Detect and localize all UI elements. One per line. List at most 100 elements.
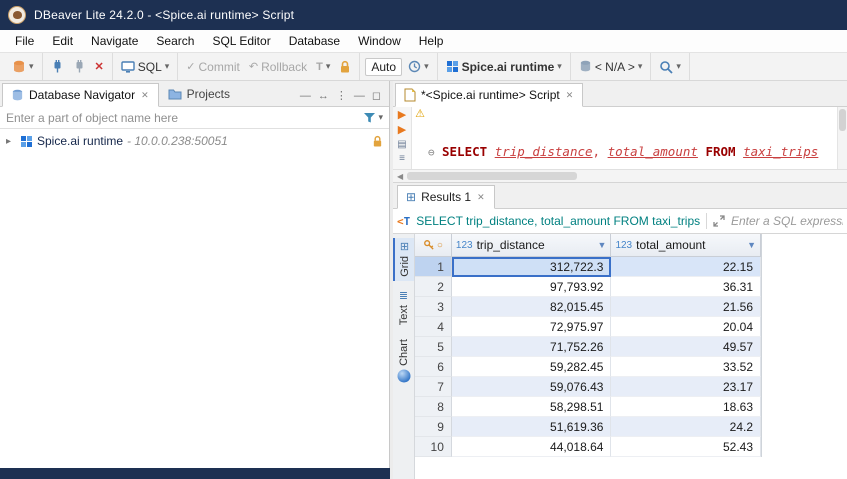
tab-results-1[interactable]: ⊞ Results 1 ✕: [397, 185, 495, 209]
editor-tab-title: *<Spice.ai runtime> Script: [421, 88, 560, 102]
cell[interactable]: 20.04: [611, 317, 761, 337]
editor-horizontal-scrollbar[interactable]: ◀: [393, 169, 847, 183]
open-sql-editor-button[interactable]: SQL ▾: [118, 58, 173, 76]
row-number[interactable]: 3: [415, 297, 452, 317]
filter-t-glyph: T: [404, 215, 411, 228]
disconnect-icon: ✕: [95, 60, 104, 73]
reconnect-button[interactable]: [70, 58, 89, 75]
row-number[interactable]: 2: [415, 277, 452, 297]
sql-expression-placeholder[interactable]: Enter a SQL expression to: [731, 214, 843, 228]
filter-lt-glyph: <: [397, 215, 404, 228]
key-icon: [423, 239, 435, 251]
search-button[interactable]: ▾: [656, 58, 684, 76]
row-number[interactable]: 1: [415, 257, 452, 277]
close-icon[interactable]: ✕: [476, 192, 486, 203]
row-number[interactable]: 10: [415, 437, 452, 457]
cell[interactable]: 82,015.45: [452, 297, 612, 317]
cell[interactable]: 23.17: [611, 377, 761, 397]
tab-sql-script[interactable]: *<Spice.ai runtime> Script ✕: [395, 83, 583, 107]
cell[interactable]: 97,793.92: [452, 277, 612, 297]
tree-item-connection[interactable]: ▸ Spice.ai runtime - 10.0.0.238:50051: [0, 131, 389, 151]
row-number[interactable]: 6: [415, 357, 452, 377]
grid-corner-cell[interactable]: ○: [415, 234, 452, 256]
toolbar-group-transaction: ✓ Commit ↶ Rollback T ▾: [178, 53, 360, 80]
menu-database[interactable]: Database: [280, 31, 349, 51]
execute-script-button[interactable]: ▶: [398, 125, 406, 136]
cell[interactable]: 52.43: [611, 437, 761, 457]
dropdown-arrow-icon: ▾: [424, 62, 429, 71]
cell[interactable]: 33.52: [611, 357, 761, 377]
menu-help[interactable]: Help: [410, 31, 453, 51]
cell[interactable]: 59,076.43: [452, 377, 612, 397]
script-log-button[interactable]: ≡: [399, 154, 405, 164]
presentation-tab-grid[interactable]: ⊞ Grid: [393, 238, 414, 281]
sql-comma: ,: [593, 144, 601, 159]
view-menu-icon[interactable]: ⋮: [336, 89, 347, 102]
menu-sql-editor[interactable]: SQL Editor: [203, 31, 279, 51]
column-header-trip-distance[interactable]: 123 trip_distance ▼: [452, 234, 612, 256]
results-tab-title: Results 1: [421, 190, 471, 204]
query-history-button[interactable]: ▾: [405, 58, 432, 75]
link-with-editor-icon[interactable]: ↔: [318, 90, 329, 102]
scrollbar-thumb[interactable]: [407, 172, 577, 180]
commit-button[interactable]: ✓ Commit: [183, 58, 243, 76]
sort-filter-icon[interactable]: ▼: [598, 240, 607, 250]
row-number[interactable]: 4: [415, 317, 452, 337]
close-icon[interactable]: ✕: [565, 90, 575, 101]
disconnect-button[interactable]: ✕: [92, 58, 107, 75]
close-icon[interactable]: ✕: [140, 90, 150, 101]
object-filter-input[interactable]: [0, 107, 357, 128]
rollback-button[interactable]: ↶ Rollback: [246, 58, 310, 76]
cell[interactable]: 72,975.97: [452, 317, 612, 337]
editor-vertical-scrollbar[interactable]: [837, 107, 847, 169]
cell[interactable]: 71,752.26: [452, 337, 612, 357]
cell[interactable]: 36.31: [611, 277, 761, 297]
connect-button[interactable]: [48, 58, 67, 75]
collapse-region-icon[interactable]: ⊖: [428, 144, 442, 161]
menu-file[interactable]: File: [6, 31, 43, 51]
presentation-tab-text[interactable]: ≣ Text: [393, 287, 414, 329]
active-connection-combo[interactable]: Spice.ai runtime ▾: [443, 58, 565, 76]
maximize-icon[interactable]: ◻: [372, 89, 381, 102]
cell[interactable]: 58,298.51: [452, 397, 612, 417]
row-number[interactable]: 9: [415, 417, 452, 437]
menu-edit[interactable]: Edit: [43, 31, 82, 51]
cell[interactable]: 59,282.45: [452, 357, 612, 377]
cell[interactable]: 49.57: [611, 337, 761, 357]
filter-settings-button[interactable]: ▾: [357, 112, 389, 124]
bottom-status-strip: [0, 468, 390, 479]
transaction-mode-button[interactable]: T ▾: [313, 59, 333, 75]
row-number[interactable]: 7: [415, 377, 452, 397]
sql-code-area[interactable]: ⊖SELECT trip_distance, total_amount FROM…: [428, 107, 837, 169]
cell[interactable]: 24.2: [611, 417, 761, 437]
row-number[interactable]: 8: [415, 397, 452, 417]
expander-icon[interactable]: ▸: [6, 136, 16, 147]
menu-window[interactable]: Window: [349, 31, 410, 51]
cell[interactable]: 21.56: [611, 297, 761, 317]
sort-filter-icon[interactable]: ▼: [747, 240, 756, 250]
custom-filter-icon[interactable]: <T: [397, 215, 410, 228]
autocommit-combo[interactable]: Auto: [365, 58, 402, 76]
minimize-icon[interactable]: —: [354, 90, 365, 102]
readonly-lock-button[interactable]: [336, 58, 354, 76]
explain-plan-button[interactable]: ▤: [397, 140, 406, 150]
scroll-left-icon[interactable]: ◀: [393, 172, 407, 181]
menu-search[interactable]: Search: [147, 31, 203, 51]
tab-projects[interactable]: Projects: [159, 82, 239, 106]
scrollbar-thumb[interactable]: [839, 109, 846, 131]
tab-database-navigator[interactable]: Database Navigator ✕: [2, 83, 159, 107]
collapse-all-icon[interactable]: —: [300, 90, 311, 102]
presentation-tab-chart[interactable]: Chart: [393, 335, 414, 387]
execute-statement-button[interactable]: ▶: [398, 110, 406, 121]
cell[interactable]: 18.63: [611, 397, 761, 417]
column-header-total-amount[interactable]: 123 total_amount ▼: [611, 234, 761, 256]
active-cell[interactable]: 312,722.3: [452, 257, 612, 277]
cell[interactable]: 22.15: [611, 257, 761, 277]
cell[interactable]: 51,619.36: [452, 417, 612, 437]
expand-filter-icon[interactable]: [713, 215, 725, 227]
new-connection-button[interactable]: ▾: [9, 58, 37, 76]
cell[interactable]: 44,018.64: [452, 437, 612, 457]
active-schema-combo[interactable]: < N/A > ▾: [576, 58, 646, 76]
menu-navigate[interactable]: Navigate: [82, 31, 147, 51]
row-number[interactable]: 5: [415, 337, 452, 357]
